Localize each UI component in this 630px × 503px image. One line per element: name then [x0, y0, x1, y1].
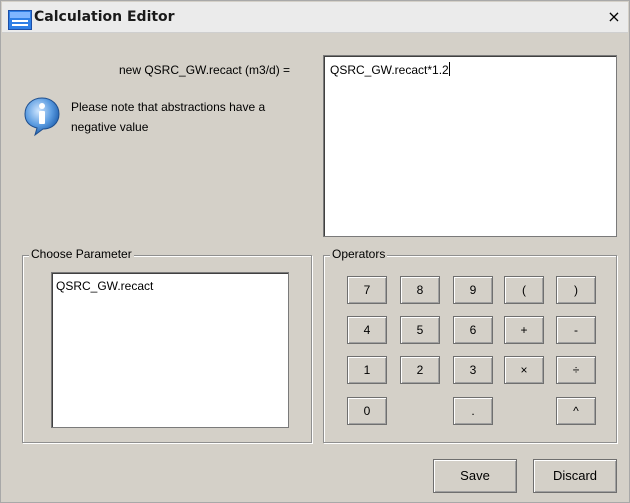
operator-button-divide[interactable]: ÷ [556, 356, 596, 384]
parameter-item[interactable]: QSRC_GW.recact [56, 279, 284, 293]
discard-button[interactable]: Discard [533, 459, 617, 493]
operator-button-2[interactable]: 2 [400, 356, 440, 384]
expression-text: QSRC_GW.recact*1.2 [330, 63, 449, 77]
operator-button-close-paren[interactable]: ) [556, 276, 596, 304]
choose-parameter-group: Choose Parameter QSRC_GW.recact [22, 247, 312, 443]
parameter-list[interactable]: QSRC_GW.recact [51, 272, 289, 428]
result-label: new QSRC_GW.recact (m3/d) = [119, 63, 291, 77]
operator-button-decimal[interactable]: . [453, 397, 493, 425]
operator-button-power[interactable]: ^ [556, 397, 596, 425]
save-button[interactable]: Save [433, 459, 517, 493]
text-caret [448, 62, 450, 76]
operator-button-multiply[interactable]: × [504, 356, 544, 384]
title-bar: Calculation Editor × [2, 2, 628, 33]
operator-button-7[interactable]: 7 [347, 276, 387, 304]
operator-button-open-paren[interactable]: ( [504, 276, 544, 304]
operators-title: Operators [330, 247, 388, 261]
operator-button-6[interactable]: 6 [453, 316, 493, 344]
operator-button-5[interactable]: 5 [400, 316, 440, 344]
operator-button-4[interactable]: 4 [347, 316, 387, 344]
operator-button-9[interactable]: 9 [453, 276, 493, 304]
close-button[interactable]: × [606, 8, 622, 26]
operator-button-3[interactable]: 3 [453, 356, 493, 384]
calculation-editor-window: Calculation Editor × new QSRC_GW.recact … [0, 0, 630, 503]
operator-button-minus[interactable]: - [556, 316, 596, 344]
operator-button-0[interactable]: 0 [347, 397, 387, 425]
choose-parameter-title: Choose Parameter [29, 247, 134, 261]
window-title: Calculation Editor [34, 9, 175, 25]
abstraction-note: Please note that abstractions have a neg… [71, 100, 266, 134]
operator-button-1[interactable]: 1 [347, 356, 387, 384]
operator-button-8[interactable]: 8 [400, 276, 440, 304]
app-icon [8, 10, 32, 30]
info-icon [21, 95, 63, 137]
expression-field[interactable]: QSRC_GW.recact*1.2 [323, 55, 617, 237]
operator-button-plus[interactable]: + [504, 316, 544, 344]
